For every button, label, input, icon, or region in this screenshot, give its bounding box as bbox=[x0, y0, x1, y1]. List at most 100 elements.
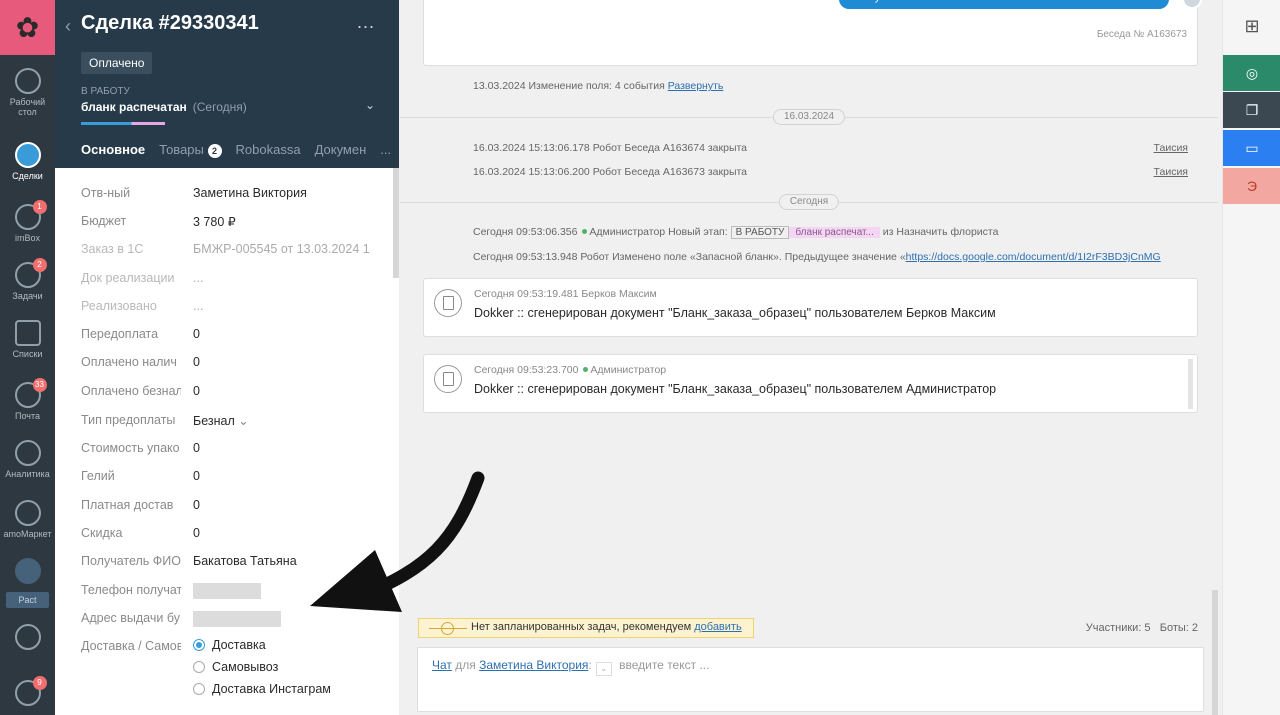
chat-type-link[interactable]: Чат bbox=[432, 658, 452, 672]
event-time: Сегодня 09:53:23.700 bbox=[474, 364, 579, 376]
expand-link[interactable]: Развернуть bbox=[668, 80, 724, 92]
tab-documents[interactable]: Докумен bbox=[315, 142, 367, 158]
pipeline-label: В РАБОТУ bbox=[81, 86, 130, 97]
radio-delivery-instagram[interactable]: Доставка Инстаграм bbox=[193, 682, 331, 696]
feed-scrollbar[interactable] bbox=[1212, 590, 1218, 715]
nav-item-settings[interactable] bbox=[0, 624, 55, 653]
field-responsible[interactable]: Отв-ный Заметина Виктория bbox=[81, 186, 381, 206]
new-window-icon[interactable]: ⊞ bbox=[1223, 8, 1280, 44]
stage-select[interactable]: бланк распечатан (Сегодня) bbox=[81, 100, 247, 114]
products-count-badge: 2 bbox=[207, 144, 222, 158]
chat-recipient-link[interactable]: Заметина Виктория bbox=[479, 658, 588, 672]
field-realized[interactable]: Реализовано... bbox=[81, 299, 381, 319]
field-paid-cashless[interactable]: Оплачено безнал 0 bbox=[81, 384, 381, 404]
field-prepayment-type[interactable]: Тип предоплаты Безнал ⌄ bbox=[81, 413, 381, 433]
field-paid-delivery[interactable]: Платная достав 0 bbox=[81, 498, 381, 518]
chevron-down-icon: ⌄ bbox=[238, 414, 249, 428]
field-helium[interactable]: Гелий 0 bbox=[81, 469, 381, 489]
mail-icon: 33 bbox=[14, 378, 47, 408]
document-card: Сегодня 09:53:19.481 Берков Максим Dokke… bbox=[423, 278, 1198, 337]
chat-integration-icon[interactable]: ▭ bbox=[1223, 130, 1280, 166]
deal-tabs: Основное Товары 2 Robokassa Докумен ... bbox=[81, 142, 405, 158]
field-order-1c[interactable]: Заказ в 1С БМЖР-005545 от 13.03.2024 1 bbox=[81, 242, 381, 262]
nav-item-notifications[interactable]: 9 bbox=[0, 676, 55, 709]
deal-header: ‹ Сделка #29330341 ... Оплачено В РАБОТУ… bbox=[55, 0, 399, 168]
conversation-number[interactable]: Беседа № A163673 bbox=[1097, 29, 1187, 40]
document-text: Dokker :: сгенерирован документ "Бланк_з… bbox=[474, 306, 996, 320]
copy-documents-icon[interactable]: ❐ bbox=[1223, 92, 1280, 128]
field-label: Оплачено безнал bbox=[81, 384, 181, 398]
document-meta: Сегодня 09:53:19.481 Берков Максим bbox=[474, 288, 657, 300]
nav-item-dashboard[interactable]: Рабочий стол bbox=[0, 68, 55, 117]
nav-item-integration[interactable] bbox=[0, 558, 55, 587]
event-stage-change: Сегодня 09:53:06.356 Администратор Новый… bbox=[473, 226, 998, 239]
deals-icon bbox=[14, 142, 41, 168]
field-realization-doc[interactable]: Док реализации... bbox=[81, 271, 381, 291]
status-tag[interactable]: Оплачено bbox=[81, 52, 153, 74]
nav-item-market[interactable]: amoМаркет bbox=[0, 500, 55, 539]
tab-products[interactable]: Товары 2 bbox=[159, 142, 222, 158]
bots-count[interactable]: Боты: 2 bbox=[1160, 622, 1198, 634]
field-label: Передоплата bbox=[81, 327, 159, 341]
event-text: Администратор Новый этап: bbox=[589, 226, 728, 238]
account-avatar[interactable]: ✿ bbox=[0, 0, 55, 55]
field-recipient-name[interactable]: Получатель ФИО Бакатова Татьяна bbox=[81, 554, 381, 574]
chevron-down-icon[interactable]: ⌄ bbox=[365, 98, 375, 112]
radio-pickup[interactable]: Самовывоз bbox=[193, 660, 278, 674]
nav-label: Аналитика bbox=[5, 469, 50, 479]
date-label: 16.03.2024 bbox=[772, 109, 846, 125]
chat-input[interactable]: введите текст ... bbox=[619, 658, 709, 672]
nav-item-imbox[interactable]: 1 imBox bbox=[0, 200, 55, 243]
field-value: БМЖР-005545 от 13.03.2024 1 bbox=[193, 242, 370, 256]
field-prepayment[interactable]: Передоплата 0 bbox=[81, 327, 381, 347]
document-link[interactable]: https://docs.google.com/document/d/1I2rF… bbox=[906, 251, 1161, 263]
card-scrollbar[interactable] bbox=[1188, 359, 1193, 409]
nav-item-mail[interactable]: 33 Почта bbox=[0, 378, 55, 421]
tab-robokassa[interactable]: Robokassa bbox=[236, 142, 301, 158]
no-tasks-text: Нет запланированных задач, рекомендуем bbox=[471, 621, 692, 633]
bell-icon: 9 bbox=[14, 676, 47, 706]
tabs-more-button[interactable]: ... bbox=[380, 142, 391, 158]
event-user-link[interactable]: Таисия bbox=[1154, 166, 1188, 178]
nav-badge: 1 bbox=[32, 200, 47, 214]
deal-title: Сделка #29330341 bbox=[81, 12, 259, 34]
nav-label: Сделки bbox=[12, 171, 43, 181]
participants-count[interactable]: Участники: 5 bbox=[1086, 622, 1151, 634]
field-value-select[interactable]: Безнал ⌄ bbox=[193, 413, 249, 428]
field-discount[interactable]: Скидка 0 bbox=[81, 526, 381, 546]
more-options-button[interactable]: ... bbox=[357, 12, 375, 33]
field-budget[interactable]: Бюджет 3 780 ₽ bbox=[81, 214, 381, 234]
event-user-link[interactable]: Таисия bbox=[1154, 142, 1188, 154]
radio-delivery[interactable]: Доставка bbox=[193, 638, 266, 652]
chat-composer[interactable]: Чат для Заметина Виктория: ⌄ введите текс… bbox=[417, 647, 1204, 712]
radio-unchecked-icon bbox=[193, 661, 205, 673]
field-packaging-cost[interactable]: Стоимость упако 0 bbox=[81, 441, 381, 461]
tab-main[interactable]: Основное bbox=[81, 142, 145, 158]
field-value: 0 bbox=[193, 327, 200, 341]
field-label: Оплачено налич bbox=[81, 355, 177, 369]
nav-item-lists[interactable]: Списки bbox=[0, 320, 55, 359]
event-field-change: 13.03.2024 Изменение поля: 4 события Раз… bbox=[473, 80, 723, 92]
chevron-down-icon[interactable]: ⌄ bbox=[595, 662, 612, 676]
field-recipient-phone[interactable]: Телефон получат bbox=[81, 583, 381, 603]
nav-item-deals[interactable]: Сделки bbox=[0, 142, 55, 181]
field-value: 0 bbox=[193, 498, 200, 512]
nav-label: imBox bbox=[14, 233, 40, 243]
add-task-link[interactable]: добавить bbox=[694, 621, 741, 633]
field-label: Скидка bbox=[81, 526, 123, 540]
integration-green-icon[interactable]: ◎ bbox=[1223, 55, 1280, 91]
nav-item-analytics[interactable]: Аналитика bbox=[0, 440, 55, 479]
field-paid-cash[interactable]: Оплачено налич 0 bbox=[81, 355, 381, 375]
no-tasks-banner: Нет запланированных задач, рекомендуем д… bbox=[418, 618, 754, 638]
fields-scrollbar[interactable] bbox=[393, 168, 399, 278]
field-pickup-address[interactable]: Адрес выдачи бу bbox=[81, 611, 381, 631]
field-value: 0 bbox=[193, 441, 200, 455]
document-icon bbox=[434, 289, 462, 317]
payment-widget-icon[interactable]: Э bbox=[1223, 168, 1280, 204]
stage-badge: бланк распечат... bbox=[789, 227, 880, 238]
back-chevron-icon[interactable]: ‹ bbox=[65, 16, 71, 37]
wrench-icon bbox=[14, 624, 41, 650]
conversation-card: Статус оплаты: Оплачен Беседа № A163673 bbox=[423, 0, 1202, 66]
pact-label[interactable]: Pact bbox=[6, 592, 49, 608]
nav-item-tasks[interactable]: 2 Задачи bbox=[0, 258, 55, 301]
